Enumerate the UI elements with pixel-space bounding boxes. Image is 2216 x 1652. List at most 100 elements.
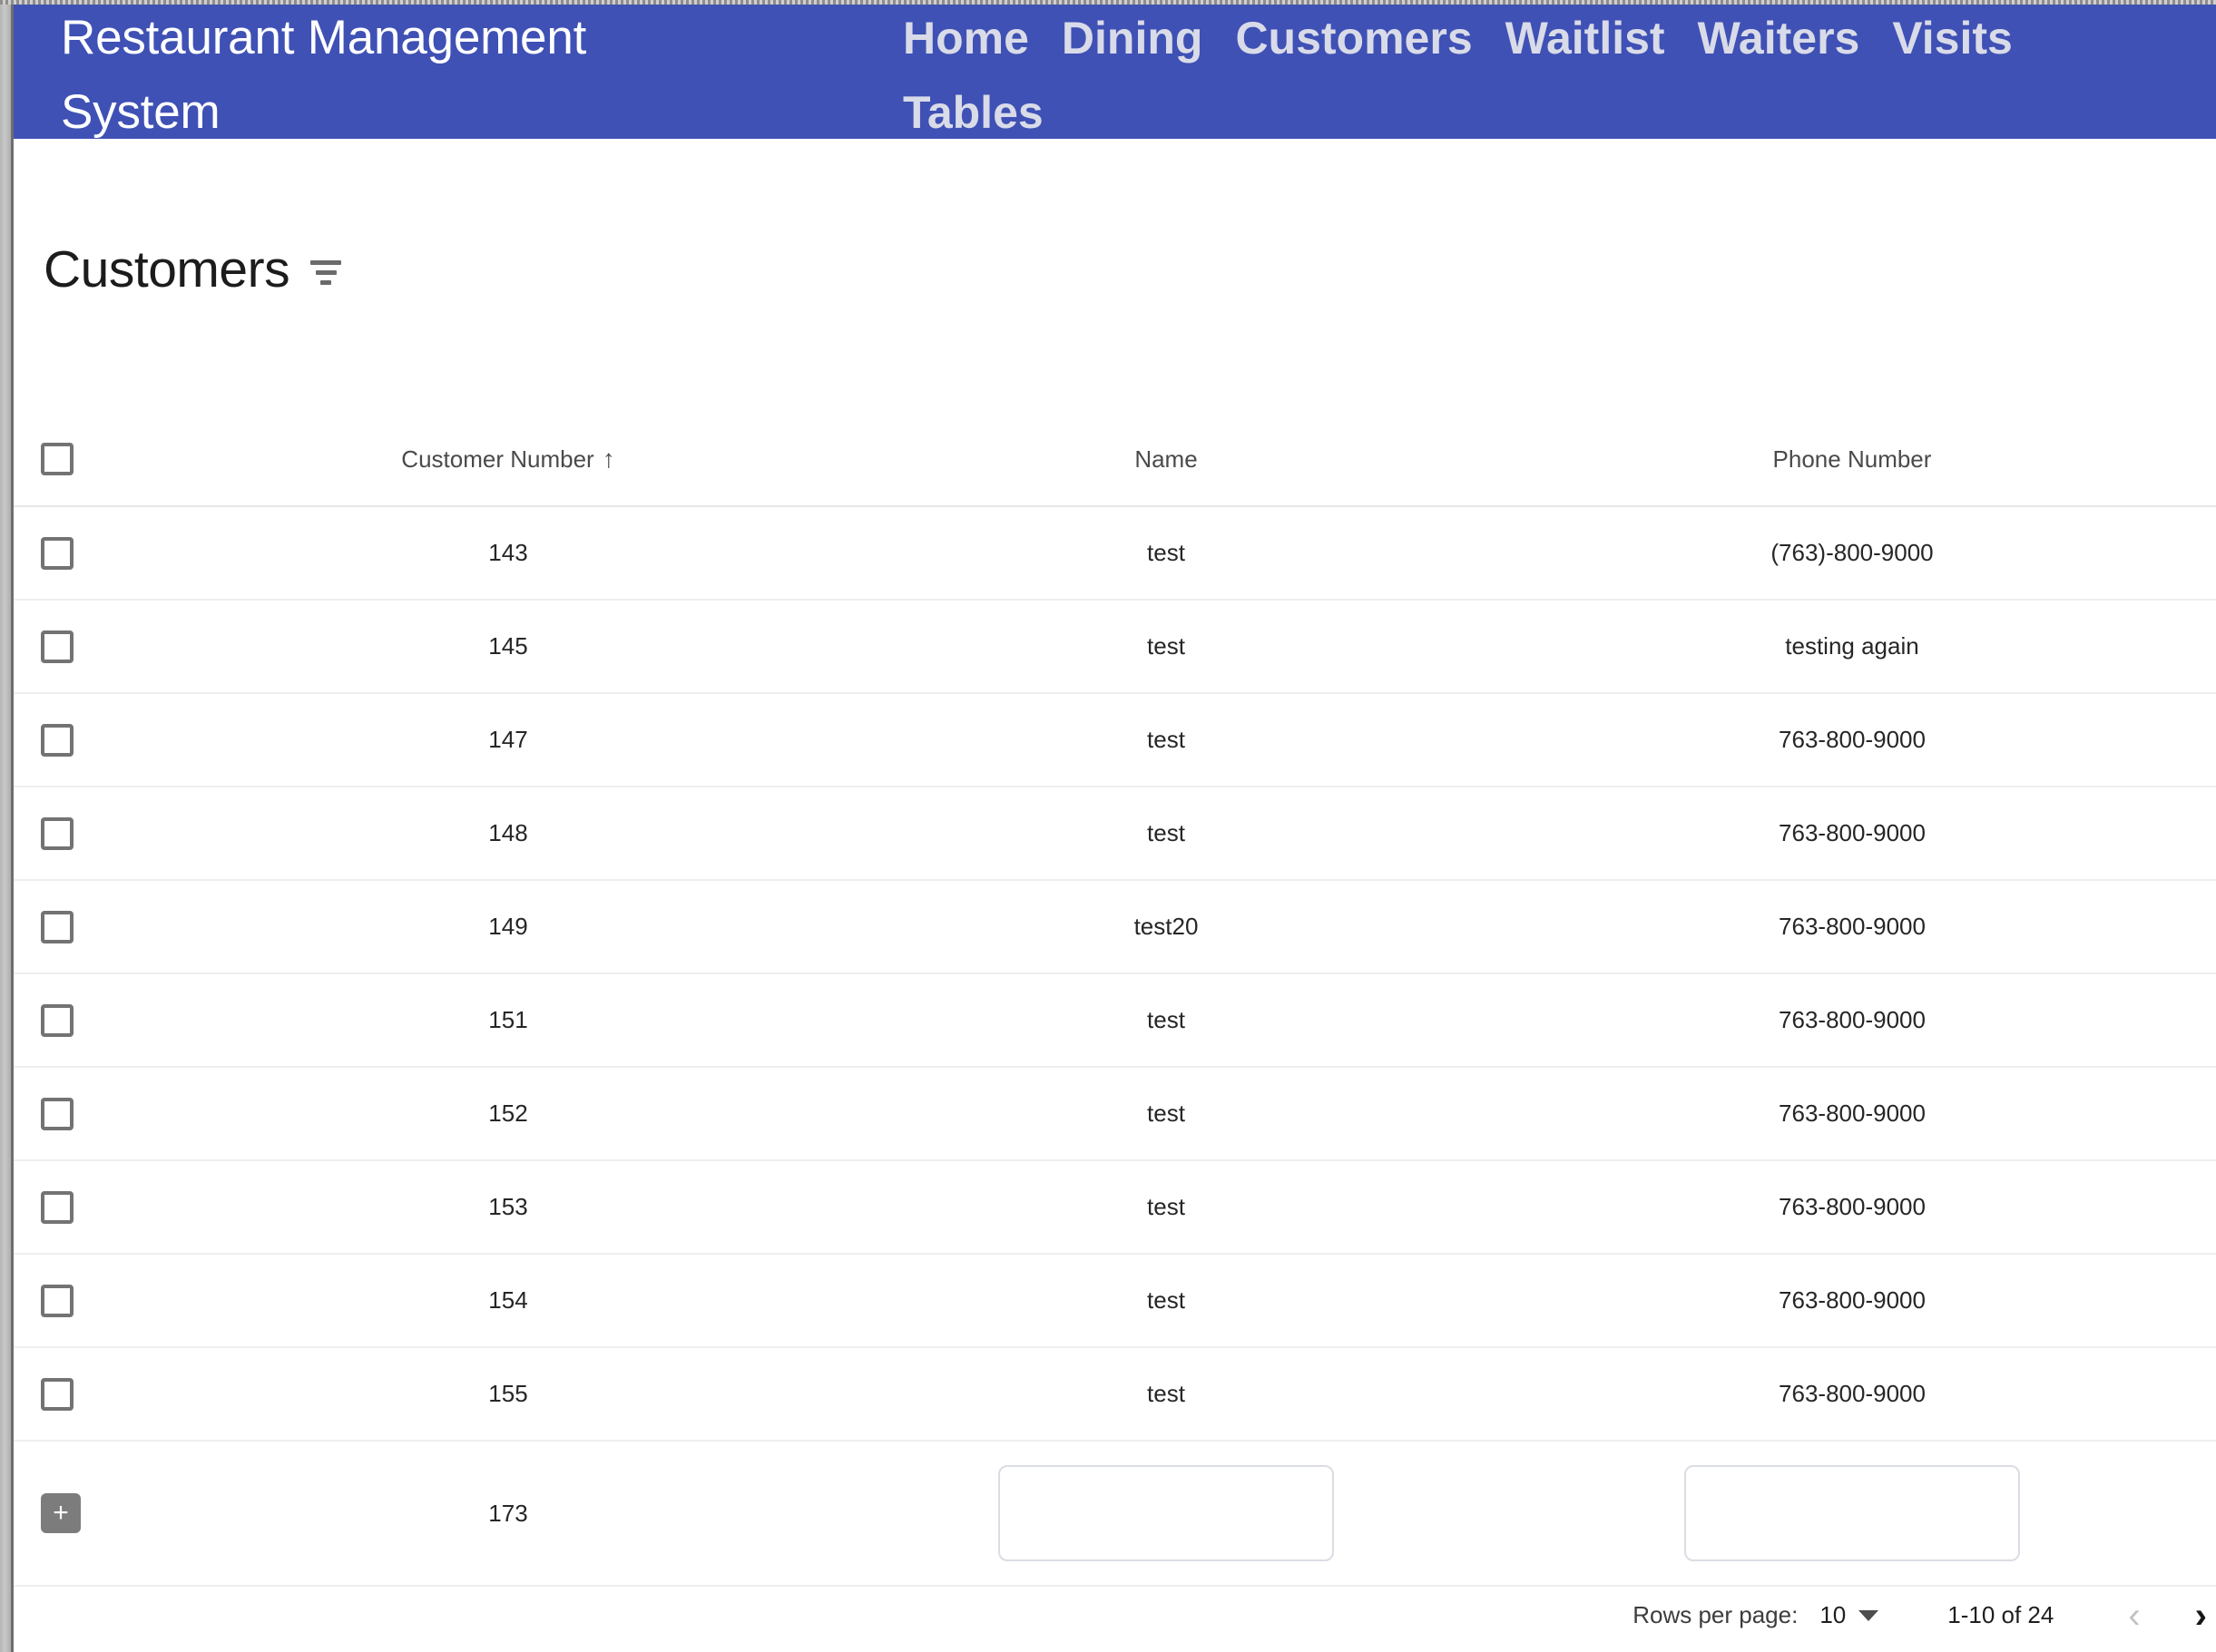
sort-customer-number[interactable]: Customer Number ↑ — [401, 445, 614, 474]
cell-name: test — [844, 1347, 1488, 1442]
nav-link-waiters[interactable]: Waiters — [1698, 1, 1860, 75]
add-row-customer-number: 173 — [172, 1441, 844, 1587]
app-root: Restaurant Management System Home Dining… — [0, 0, 2216, 1652]
row-checkbox[interactable] — [41, 1097, 74, 1130]
nav-link-dining[interactable]: Dining — [1062, 1, 1203, 75]
chevron-down-icon — [1858, 1609, 1879, 1621]
sort-phone-number[interactable]: Phone Number — [1773, 445, 1932, 474]
nav-link-home[interactable]: Home — [903, 1, 1029, 75]
header-customer-number[interactable]: Customer Number ↑ — [172, 413, 844, 507]
table-row[interactable]: 152 test 763-800-9000 — [14, 1067, 2216, 1161]
rows-per-page-select[interactable]: 10 — [1819, 1601, 1879, 1629]
app-title: Restaurant Management System — [61, 11, 587, 139]
table-paginator: Rows per page: 10 1-10 of 24 ‹ › — [14, 1579, 2216, 1652]
add-row-phone-cell — [1488, 1441, 2216, 1587]
window-left-border — [11, 0, 14, 1652]
row-checkbox[interactable] — [41, 1190, 74, 1224]
new-phone-input[interactable] — [1684, 1465, 2020, 1561]
table-row[interactable]: 154 test 763-800-9000 — [14, 1254, 2216, 1348]
cell-customer-number: 151 — [172, 973, 844, 1068]
add-row-name-cell — [844, 1441, 1488, 1587]
cell-phone-number: 763-800-9000 — [1488, 787, 2216, 881]
row-select-cell — [14, 600, 172, 694]
cell-name: test — [844, 1067, 1488, 1161]
cell-customer-number: 143 — [172, 506, 844, 601]
table-add-row[interactable]: + 173 — [14, 1441, 2216, 1587]
filter-bar-2 — [315, 269, 337, 275]
filter-bar-3 — [320, 279, 332, 285]
cell-phone-number: 763-800-9000 — [1488, 693, 2216, 787]
nav-link-customers[interactable]: Customers — [1235, 1, 1472, 75]
previous-page-button[interactable]: ‹ — [2119, 1598, 2149, 1634]
cell-phone-number: 763-800-9000 — [1488, 1067, 2216, 1161]
sort-ascending-icon: ↑ — [602, 445, 615, 473]
cell-phone-number: testing again — [1488, 600, 2216, 694]
row-select-cell — [14, 787, 172, 881]
cell-customer-number: 153 — [172, 1160, 844, 1255]
table-row[interactable]: 145 test testing again — [14, 600, 2216, 694]
page-title-row: Customers — [44, 240, 346, 298]
row-select-cell — [14, 880, 172, 974]
table-body: 143 test (763)-800-9000 145 test testing… — [14, 506, 2216, 1587]
row-checkbox[interactable] — [41, 630, 74, 663]
main-nav: Home Dining Customers Waitlist Waiters V… — [903, 1, 2191, 150]
cell-name: test — [844, 973, 1488, 1068]
page-title: Customers — [44, 240, 290, 298]
filter-list-icon[interactable] — [306, 251, 346, 288]
row-checkbox[interactable] — [41, 910, 74, 943]
table-row[interactable]: 147 test 763-800-9000 — [14, 693, 2216, 787]
table-row[interactable]: 149 test20 763-800-9000 — [14, 880, 2216, 974]
rows-per-page-label: Rows per page: — [1633, 1601, 1799, 1628]
cell-name: test — [844, 693, 1488, 787]
cell-phone-number: 763-800-9000 — [1488, 1347, 2216, 1442]
add-customer-button[interactable]: + — [41, 1493, 81, 1533]
nav-link-visits[interactable]: Visits — [1892, 1, 2013, 75]
cell-customer-number: 149 — [172, 880, 844, 974]
cell-phone-number: (763)-800-9000 — [1488, 506, 2216, 601]
row-select-cell — [14, 506, 172, 601]
table-row[interactable]: 148 test 763-800-9000 — [14, 787, 2216, 881]
customers-table-container: Customer Number ↑ Name Phone Number 143 … — [14, 413, 2216, 1587]
select-all-checkbox[interactable] — [41, 443, 74, 475]
cell-customer-number: 145 — [172, 600, 844, 694]
nav-link-tables[interactable]: Tables — [903, 75, 1044, 150]
table-row[interactable]: 151 test 763-800-9000 — [14, 973, 2216, 1068]
row-select-cell — [14, 1347, 172, 1442]
cell-customer-number: 155 — [172, 1347, 844, 1442]
filter-bar-1 — [310, 259, 342, 265]
pagination-range-label: 1-10 of 24 — [1947, 1601, 2054, 1628]
nav-link-waitlist[interactable]: Waitlist — [1505, 1, 1665, 75]
header-label-name: Name — [1134, 445, 1198, 473]
cell-customer-number: 154 — [172, 1254, 844, 1348]
row-select-cell — [14, 693, 172, 787]
row-select-cell — [14, 1254, 172, 1348]
customers-table: Customer Number ↑ Name Phone Number 143 … — [14, 413, 2216, 1587]
cell-customer-number: 148 — [172, 787, 844, 881]
window-left-scrollbar[interactable] — [0, 0, 11, 1652]
header-phone-number[interactable]: Phone Number — [1488, 413, 2216, 507]
row-checkbox[interactable] — [41, 536, 74, 570]
row-checkbox[interactable] — [41, 723, 74, 757]
window-top-edge — [0, 0, 2216, 5]
row-checkbox[interactable] — [41, 1377, 74, 1411]
cell-customer-number: 152 — [172, 1067, 844, 1161]
row-checkbox[interactable] — [41, 1284, 74, 1317]
sort-name[interactable]: Name — [1134, 445, 1197, 474]
rows-per-page-value: 10 — [1819, 1601, 1847, 1628]
add-row-action-cell: + — [14, 1441, 172, 1587]
header-label-customer-number: Customer Number — [401, 445, 594, 473]
row-checkbox[interactable] — [41, 1003, 74, 1037]
header-name[interactable]: Name — [844, 413, 1488, 507]
cell-phone-number: 763-800-9000 — [1488, 1254, 2216, 1348]
cell-name: test — [844, 1160, 1488, 1255]
cell-name: test — [844, 506, 1488, 601]
table-row[interactable]: 155 test 763-800-9000 — [14, 1347, 2216, 1442]
new-name-input[interactable] — [998, 1465, 1334, 1561]
table-row[interactable]: 143 test (763)-800-9000 — [14, 506, 2216, 601]
cell-phone-number: 763-800-9000 — [1488, 880, 2216, 974]
table-row[interactable]: 153 test 763-800-9000 — [14, 1160, 2216, 1255]
row-select-cell — [14, 1160, 172, 1255]
next-page-button[interactable]: › — [2186, 1598, 2216, 1634]
row-checkbox[interactable] — [41, 816, 74, 850]
cell-name: test — [844, 600, 1488, 694]
